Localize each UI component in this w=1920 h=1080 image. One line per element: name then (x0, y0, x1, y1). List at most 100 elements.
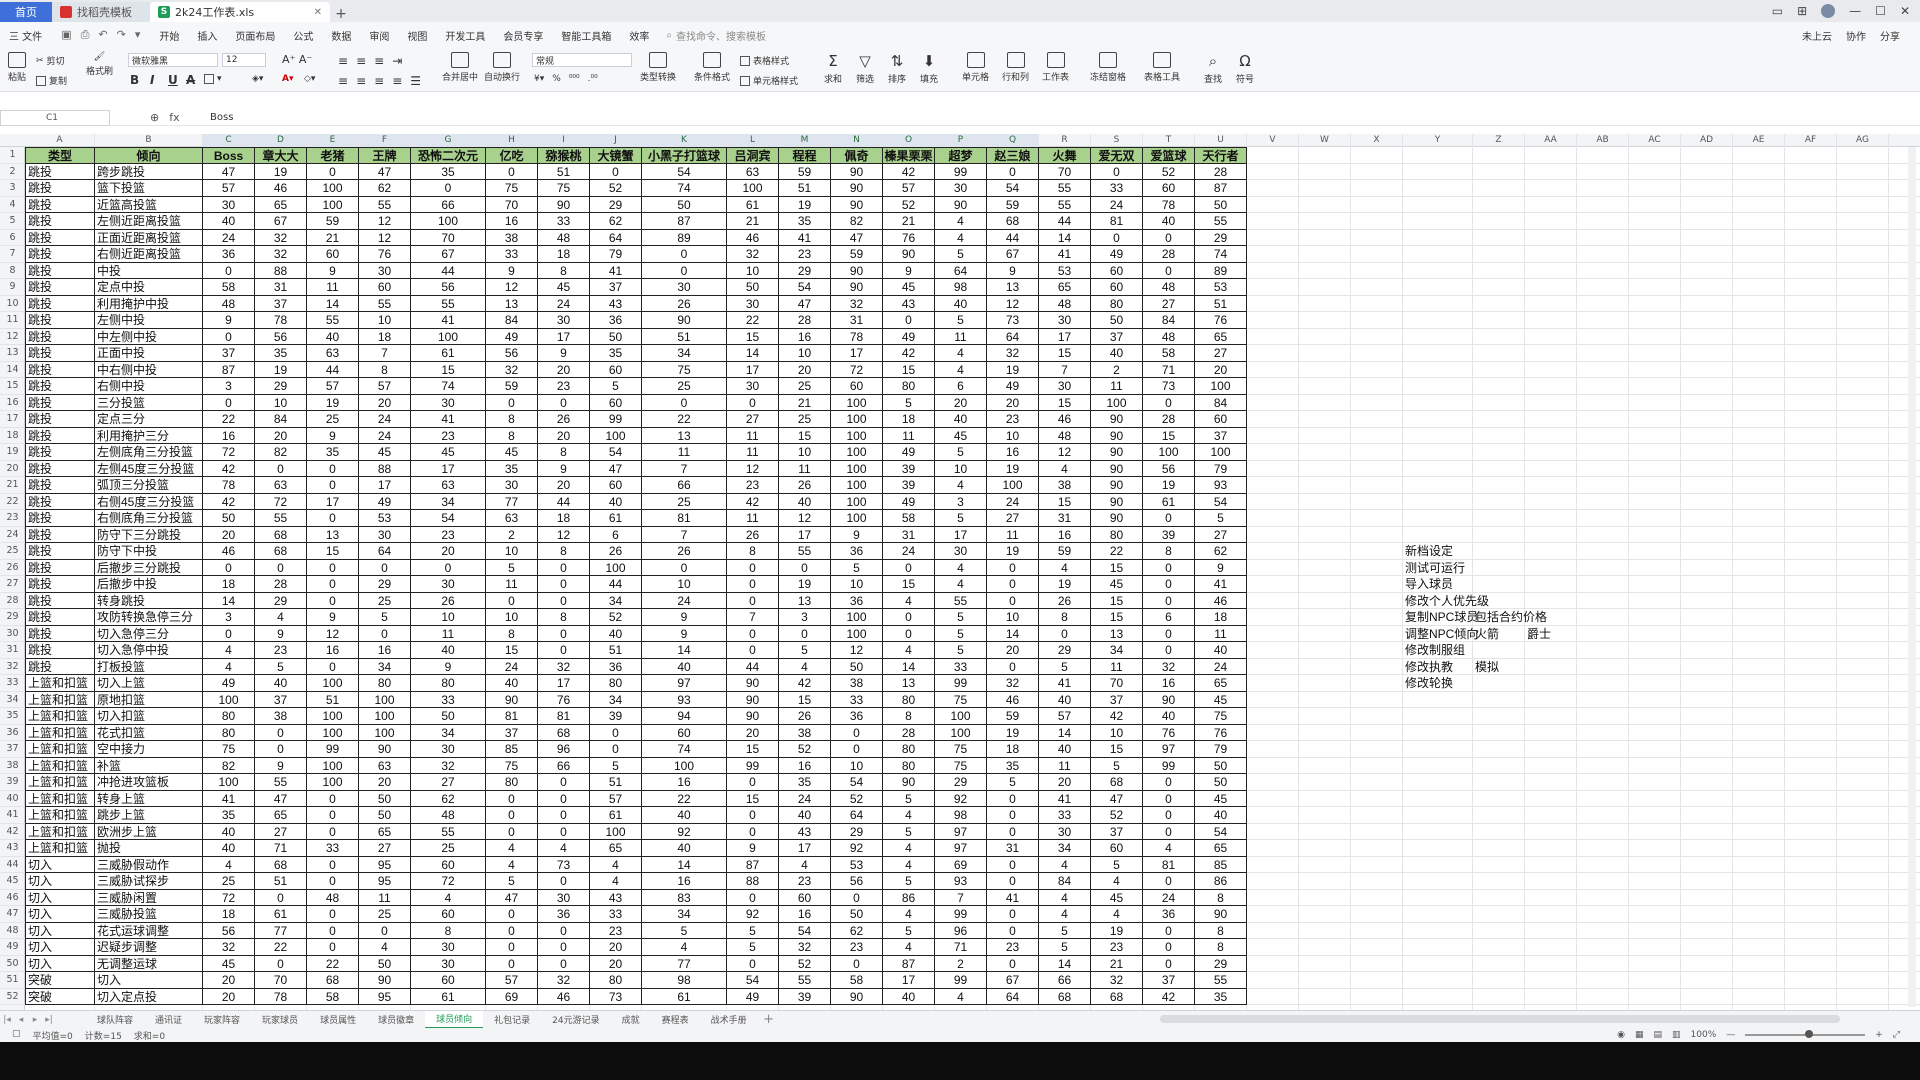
table-cell[interactable]: 60 (411, 972, 486, 989)
table-cell[interactable]: 80 (883, 691, 935, 708)
table-cell[interactable]: 43 (779, 823, 831, 840)
sheet-tab[interactable]: 赛程表 (651, 1011, 700, 1029)
table-cell[interactable]: 40 (935, 411, 987, 428)
table-cell[interactable]: 24 (203, 229, 255, 246)
table-cell[interactable]: 81 (486, 708, 538, 725)
save-icon[interactable]: ▣ (61, 28, 71, 42)
table-cell[interactable]: 23 (727, 477, 779, 494)
table-cell[interactable]: 30 (359, 262, 411, 279)
side-note[interactable]: 模拟 (1475, 659, 1499, 676)
table-cell[interactable]: 45 (1195, 790, 1247, 807)
chevron-down-icon[interactable]: ▾ (135, 28, 141, 42)
row-header[interactable]: 40 (0, 791, 25, 807)
table-cell[interactable]: 3 (935, 493, 987, 510)
table-cell[interactable]: 90 (831, 988, 883, 1005)
table-cell[interactable]: 花式扣篮 (95, 724, 203, 741)
table-cell[interactable]: 4 (590, 873, 642, 890)
table-cell[interactable]: 100 (831, 411, 883, 428)
table-cell[interactable]: 55 (359, 295, 411, 312)
table-cell[interactable]: 90 (1091, 493, 1143, 510)
table-cell[interactable]: 17 (883, 972, 935, 989)
table-cell[interactable]: 63 (255, 477, 307, 494)
table-cell[interactable]: 转身上篮 (95, 790, 203, 807)
table-cell[interactable]: 0 (1143, 262, 1195, 279)
table-cell[interactable]: 4 (1039, 460, 1091, 477)
table-cell[interactable]: 76 (1195, 724, 1247, 741)
table-cell[interactable]: 0 (538, 873, 590, 890)
table-cell[interactable]: 33 (1091, 180, 1143, 197)
table-cell[interactable]: 正面近距离投篮 (95, 229, 203, 246)
table-cell[interactable]: 100 (987, 477, 1039, 494)
table-cell[interactable]: 99 (935, 972, 987, 989)
table-cell[interactable]: 28 (255, 576, 307, 593)
table-cell[interactable]: 0 (642, 394, 727, 411)
table-cell[interactable]: 58 (1143, 345, 1195, 362)
table-cell[interactable]: 0 (779, 559, 831, 576)
table-cell[interactable]: 左侧底角三分投篮 (95, 444, 203, 461)
table-cell[interactable]: 跳投 (25, 411, 95, 428)
table-cell[interactable]: 0 (538, 394, 590, 411)
table-cell[interactable]: 30 (538, 889, 590, 906)
table-cell[interactable]: 87 (203, 361, 255, 378)
table-cell[interactable]: 0 (307, 576, 359, 593)
table-cell[interactable]: 68 (307, 972, 359, 989)
table-cell[interactable]: 90 (1143, 691, 1195, 708)
table-cell[interactable]: 42 (203, 493, 255, 510)
table-cell[interactable]: 18 (203, 906, 255, 923)
table-cell[interactable]: 20 (987, 642, 1039, 659)
table-cell[interactable]: 43 (590, 889, 642, 906)
table-cell[interactable]: 15 (411, 361, 486, 378)
table-cell[interactable]: 30 (203, 196, 255, 213)
table-cell[interactable]: 0 (307, 807, 359, 824)
table-cell[interactable]: 66 (642, 477, 727, 494)
table-cell[interactable]: 11 (1039, 757, 1091, 774)
table-cell[interactable]: 27 (1195, 345, 1247, 362)
row-header[interactable]: 4 (0, 197, 25, 213)
table-cell[interactable]: 29 (255, 378, 307, 395)
table-cell[interactable]: 86 (883, 889, 935, 906)
table-cell[interactable]: 65 (1195, 675, 1247, 692)
table-cell[interactable]: 正面中投 (95, 345, 203, 362)
table-cell[interactable]: 47 (359, 163, 411, 180)
table-cell[interactable]: 17 (538, 328, 590, 345)
table-cell[interactable]: 13 (486, 295, 538, 312)
table-cell[interactable]: 80 (590, 675, 642, 692)
table-cell[interactable]: 47 (486, 889, 538, 906)
table-cell[interactable]: 13 (1091, 625, 1143, 642)
cells-button[interactable]: 单元格 (962, 52, 989, 83)
table-cell[interactable]: 0 (203, 262, 255, 279)
table-cell[interactable]: 26 (642, 543, 727, 560)
table-cell[interactable]: 0 (727, 592, 779, 609)
table-cell[interactable]: 4 (883, 642, 935, 659)
sheet-grid[interactable]: 类型 倾向 Boss 章大大 老猪 王牌 恐怖二次元 亿吃 猕猴桃 大镜蟹 小黑子打篮球 吕洞宾 程程佩… (25, 147, 1920, 1010)
header-cell[interactable]: 赵三娘 (987, 147, 1039, 164)
sheet-tab[interactable]: 礼包记录 (483, 1011, 541, 1029)
table-cell[interactable]: 15 (486, 642, 538, 659)
table-cell[interactable]: 57 (203, 180, 255, 197)
table-cell[interactable]: 23 (831, 939, 883, 956)
menu-review[interactable]: 审阅 (360, 25, 398, 45)
table-cell[interactable]: 17 (831, 345, 883, 362)
table-cell[interactable]: 21 (727, 213, 779, 230)
table-cell[interactable]: 14 (203, 592, 255, 609)
table-cell[interactable]: 17 (411, 460, 486, 477)
table-cell[interactable]: 7 (727, 609, 779, 626)
table-cell[interactable]: 46 (1039, 411, 1091, 428)
table-cell[interactable]: 0 (486, 790, 538, 807)
align-left-group[interactable]: ≡ ≡ ≡ ≡ ☰ (338, 74, 421, 88)
table-cell[interactable]: 25 (411, 840, 486, 857)
table-cell[interactable]: 78 (1143, 196, 1195, 213)
table-cell[interactable]: 20 (1195, 361, 1247, 378)
column-header[interactable]: J (590, 134, 642, 147)
table-cell[interactable]: 100 (307, 708, 359, 725)
table-cell[interactable]: 33 (1039, 807, 1091, 824)
table-cell[interactable]: 后撤步三分跳投 (95, 559, 203, 576)
table-cell[interactable]: 15 (1091, 609, 1143, 626)
table-cell[interactable]: 39 (779, 988, 831, 1005)
table-cell[interactable]: 8 (538, 444, 590, 461)
table-cell[interactable]: 90 (831, 262, 883, 279)
table-cell[interactable]: 52 (779, 741, 831, 758)
table-cell[interactable]: 99 (935, 675, 987, 692)
table-cell[interactable]: 8 (1195, 939, 1247, 956)
table-cell[interactable]: 92 (727, 906, 779, 923)
